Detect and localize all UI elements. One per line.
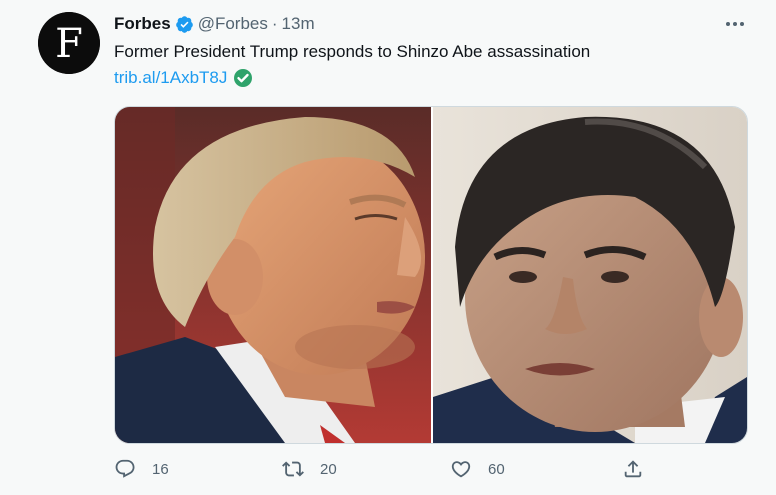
tweet-actions: 16 20 60 [114, 455, 654, 483]
avatar[interactable]: F [38, 12, 100, 74]
left-portrait [115, 107, 431, 443]
reply-icon [115, 459, 135, 478]
check-mark-emoji-icon [234, 69, 253, 87]
photo-image [115, 107, 747, 443]
heart-icon [451, 461, 471, 478]
tweet-timestamp[interactable]: 13m [282, 14, 315, 34]
right-portrait [433, 107, 747, 443]
more-button[interactable] [722, 14, 748, 34]
separator-dot: · [271, 14, 278, 33]
verified-badge-icon [175, 15, 193, 33]
forbes-logo-icon: F [38, 12, 100, 74]
tweet-text: Former President Trump responds to Shinz… [114, 42, 591, 61]
share-button[interactable] [622, 455, 644, 483]
reply-count: 16 [152, 460, 169, 478]
tweet-header: Forbes @Forbes · 13m [114, 13, 315, 35]
retweet-button[interactable]: 20 [282, 455, 337, 483]
share-icon [624, 460, 642, 478]
author-handle[interactable]: @Forbes [198, 14, 268, 34]
author-name[interactable]: Forbes [114, 14, 171, 34]
tweet-media-photo[interactable] [114, 106, 748, 444]
tweet-link[interactable]: trib.al/1AxbT8J [114, 68, 227, 88]
like-count: 60 [488, 460, 505, 478]
more-icon [726, 22, 744, 26]
like-button[interactable]: 60 [450, 455, 505, 483]
reply-button[interactable]: 16 [114, 455, 169, 483]
tweet-link-line: trib.al/1AxbT8J [114, 68, 253, 88]
retweet-icon [282, 461, 304, 477]
svg-text:F: F [55, 21, 83, 67]
tweet-card[interactable]: F Forbes @Forbes · 13m Former President … [10, 0, 770, 495]
retweet-count: 20 [320, 460, 337, 478]
